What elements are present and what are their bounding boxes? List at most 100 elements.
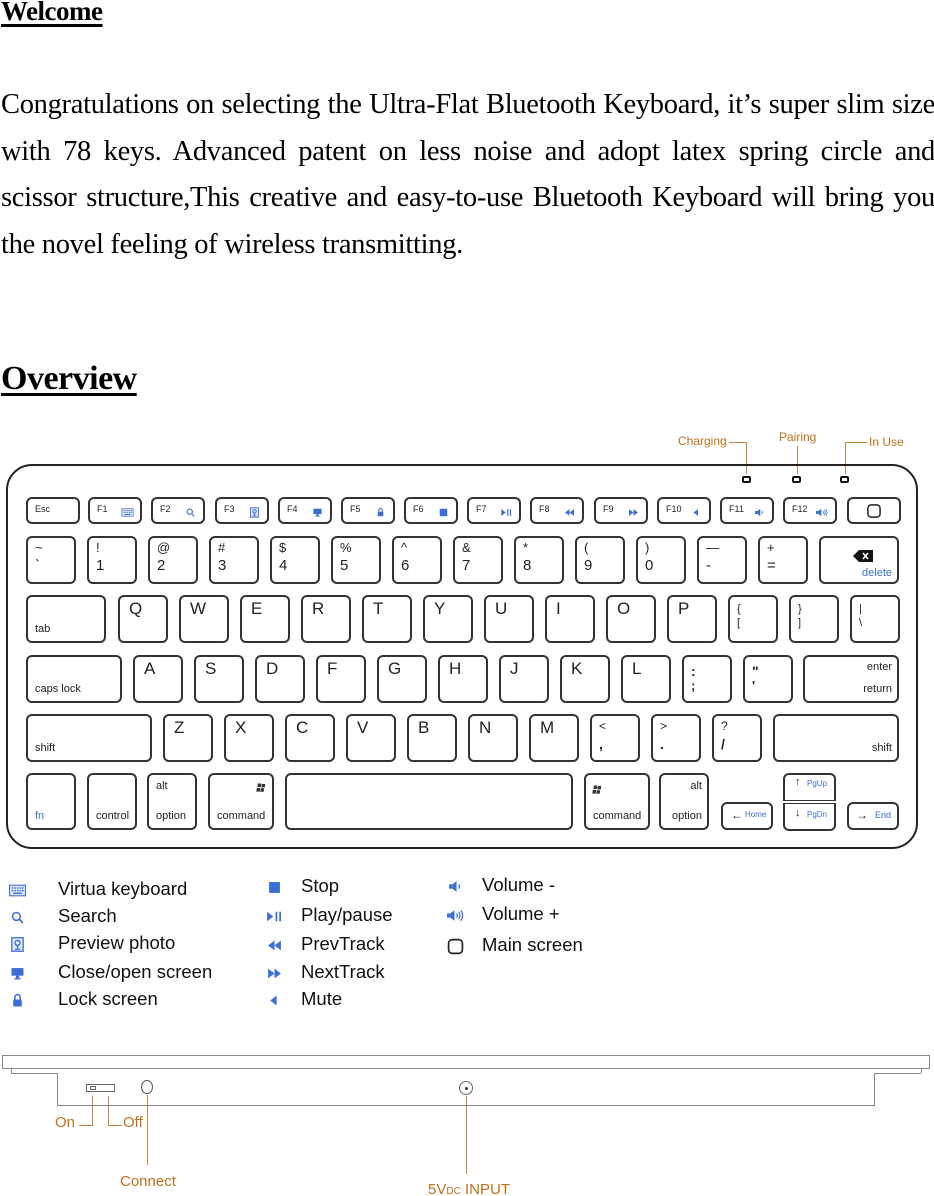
key-number-8[interactable]: * 8 xyxy=(514,536,564,584)
key-number-1[interactable]: ! 1 xyxy=(87,536,137,584)
key-c[interactable]: C xyxy=(285,714,335,762)
key-f7[interactable]: F7 xyxy=(467,497,521,524)
key-d[interactable]: D xyxy=(255,655,305,703)
key-punct-bottom-0[interactable]: <, xyxy=(590,714,640,762)
legend-label: PrevTrack xyxy=(301,933,385,954)
key-base-symbol: / xyxy=(721,736,725,752)
key-pgdn[interactable]: ↓ PgDn xyxy=(783,803,836,831)
key-f[interactable]: F xyxy=(316,655,366,703)
key-pgup[interactable]: ↑ PgUp xyxy=(783,773,836,801)
play-pause-icon xyxy=(263,906,285,926)
key-number-10[interactable]: ) 0 xyxy=(636,536,686,584)
in-use-leader xyxy=(845,442,867,443)
key-f10[interactable]: F10 xyxy=(657,497,711,524)
key-number-7[interactable]: & 7 xyxy=(453,536,503,584)
key-j[interactable]: J xyxy=(499,655,549,703)
key-bracket-0[interactable]: {[ xyxy=(728,595,778,643)
key-x[interactable]: X xyxy=(224,714,274,762)
key-f8[interactable]: F8 xyxy=(530,497,584,524)
key-h[interactable]: H xyxy=(438,655,488,703)
key-number-4[interactable]: $4 xyxy=(270,536,320,584)
key-number-12[interactable]: + = xyxy=(758,536,808,584)
key-fn[interactable]: fn xyxy=(26,773,76,830)
key-f11[interactable]: F11 xyxy=(720,497,774,524)
key-punct-0[interactable]: :; xyxy=(682,655,732,703)
connect-button[interactable] xyxy=(141,1080,153,1094)
key-shift-left[interactable]: shift xyxy=(26,714,152,762)
key-punct-bottom-1[interactable]: >. xyxy=(651,714,701,762)
key-a[interactable]: A xyxy=(133,655,183,703)
key-base-symbol: ` xyxy=(35,557,40,574)
key-command-left[interactable]: command xyxy=(208,773,274,830)
key-f9[interactable]: F9 xyxy=(594,497,648,524)
key-f12[interactable]: F12 xyxy=(783,497,837,524)
key-bracket-2[interactable]: | \ xyxy=(850,595,900,643)
key-f1[interactable]: F1 xyxy=(88,497,142,524)
key-s[interactable]: S xyxy=(194,655,244,703)
key-punct-bottom-2[interactable]: ? / xyxy=(712,714,762,762)
key-i[interactable]: I xyxy=(545,595,595,643)
legend-label: NextTrack xyxy=(301,961,385,982)
connect-label: Connect xyxy=(120,1173,176,1190)
key-command-right[interactable]: command xyxy=(584,773,650,830)
mute-icon xyxy=(689,506,703,518)
key-label: F5 xyxy=(350,504,361,514)
key-base-symbol: 7 xyxy=(462,557,471,574)
key-delete[interactable]: delete xyxy=(819,536,899,584)
key-p[interactable]: P xyxy=(667,595,717,643)
off-leader-h xyxy=(108,1125,122,1126)
key-w[interactable]: W xyxy=(179,595,229,643)
key-home[interactable]: ← Home xyxy=(721,802,773,830)
key-t[interactable]: T xyxy=(362,595,412,643)
mute-icon xyxy=(263,990,285,1010)
key-number-5[interactable]: % 5 xyxy=(331,536,381,584)
key-l[interactable]: L xyxy=(621,655,671,703)
key-v[interactable]: V xyxy=(346,714,396,762)
key-y[interactable]: Y xyxy=(423,595,473,643)
key-f6[interactable]: F6 xyxy=(404,497,458,524)
key-number-11[interactable]: — - xyxy=(697,536,747,584)
key-z[interactable]: Z xyxy=(163,714,213,762)
key-f4[interactable]: F4 xyxy=(278,497,332,524)
key-q[interactable]: Q xyxy=(118,595,168,643)
key-enter[interactable]: enter return xyxy=(803,655,899,703)
key-k[interactable]: K xyxy=(560,655,610,703)
key-letter: M xyxy=(540,718,555,737)
key-f5[interactable]: F5 xyxy=(341,497,395,524)
key-number-3[interactable]: #3 xyxy=(209,536,259,584)
key-option-right[interactable]: alt option xyxy=(659,773,709,830)
key-caps-lock[interactable]: caps lock xyxy=(26,655,122,703)
key-base-symbol: 8 xyxy=(523,557,532,574)
key-shift-right[interactable]: shift xyxy=(773,714,899,762)
key-number-6[interactable]: ^ 6 xyxy=(392,536,442,584)
key-control[interactable]: control xyxy=(87,773,137,830)
key-g[interactable]: G xyxy=(377,655,427,703)
key-bracket-1[interactable]: }] xyxy=(789,595,839,643)
key-shift-symbol: @ xyxy=(157,540,171,555)
key-number-0[interactable]: ~ ` xyxy=(26,536,76,584)
key-number-9[interactable]: (9 xyxy=(575,536,625,584)
key-u[interactable]: U xyxy=(484,595,534,643)
key-r[interactable]: R xyxy=(301,595,351,643)
power-switch[interactable] xyxy=(86,1084,115,1092)
key-shift-symbol: ^ xyxy=(401,540,408,555)
key-o[interactable]: O xyxy=(606,595,656,643)
key-f2[interactable]: F2 xyxy=(151,497,205,524)
key-letter: Y xyxy=(434,599,446,618)
key-end[interactable]: → End xyxy=(847,802,899,830)
key-punct-1[interactable]: " ' xyxy=(743,655,793,703)
key-m[interactable]: M xyxy=(529,714,579,762)
key-space[interactable] xyxy=(285,773,573,830)
key-n[interactable]: N xyxy=(468,714,518,762)
key-tab[interactable]: tab xyxy=(26,595,106,643)
key-main-screen[interactable] xyxy=(847,497,901,524)
enter-label: enter xyxy=(866,661,892,673)
key-option-left[interactable]: alt option xyxy=(147,773,197,830)
key-b[interactable]: B xyxy=(407,714,457,762)
key-esc[interactable]: Esc xyxy=(26,497,80,524)
key-f3[interactable]: F3 xyxy=(215,497,269,524)
legend-label: Main screen xyxy=(482,934,583,955)
key-number-2[interactable]: @2 xyxy=(148,536,198,584)
profile-right-cap xyxy=(929,1055,930,1069)
key-e[interactable]: E xyxy=(240,595,290,643)
